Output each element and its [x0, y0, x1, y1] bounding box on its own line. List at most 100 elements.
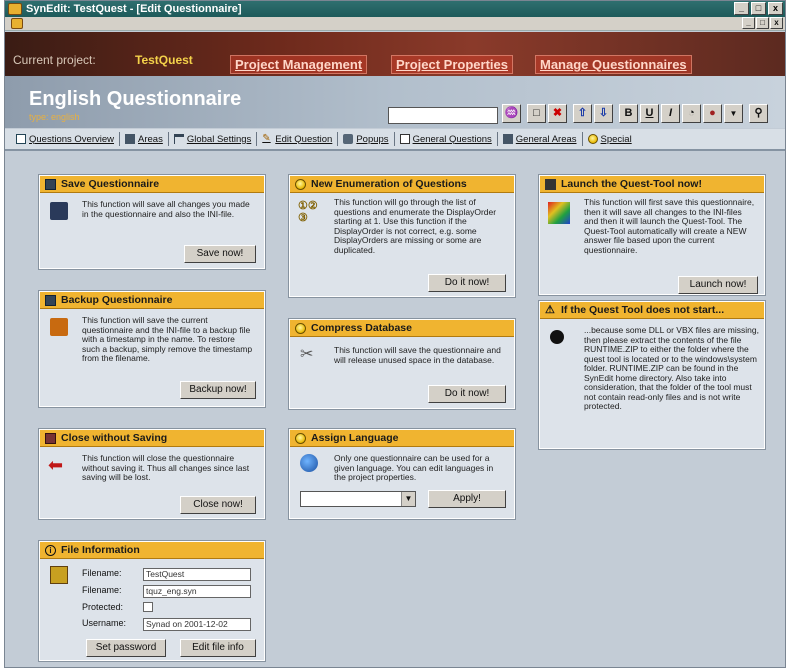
panel-header: Launch the Quest-Tool now! — [540, 176, 764, 193]
bulb-icon — [295, 432, 306, 444]
italic-icon[interactable]: I — [661, 104, 680, 123]
panel-description: ...because some DLL or VBX files are mis… — [584, 325, 759, 411]
filename-field[interactable]: TestQuest — [143, 568, 251, 581]
tab-general-questions[interactable]: General Questions — [395, 132, 498, 146]
minimize-button[interactable]: _ — [734, 2, 749, 15]
list-icon — [16, 134, 26, 144]
file-cabinet-icon — [50, 566, 68, 584]
project-band: Current project: TestQuest Project Manag… — [5, 32, 785, 76]
zoom-icon[interactable]: ⚲ — [749, 104, 768, 123]
new-icon[interactable]: □ — [527, 104, 546, 123]
pencil-icon: ✎ — [262, 133, 271, 144]
launch-now-button[interactable]: Launch now! — [678, 276, 758, 294]
document-icon[interactable] — [11, 18, 23, 29]
tab-general-areas[interactable]: General Areas — [498, 132, 583, 146]
backup-now-button[interactable]: Backup now! — [180, 381, 256, 399]
info-icon: i — [45, 544, 56, 556]
save-disk-icon — [50, 202, 68, 220]
panel-header: Close without Saving — [40, 430, 264, 447]
troubleshooting-panel: ⚠ If the Quest Tool does not start... ..… — [538, 300, 766, 450]
tab-questions-overview[interactable]: Questions Overview — [11, 132, 121, 146]
panel-description: This function will save all changes you … — [82, 199, 250, 219]
panel-header: Backup Questionnaire — [40, 292, 264, 309]
tool-icon — [545, 178, 556, 190]
bomb-icon — [550, 330, 564, 344]
maximize-button[interactable]: □ — [751, 2, 766, 15]
close-now-button[interactable]: Close now! — [180, 496, 256, 514]
panel-header: ⚠ If the Quest Tool does not start... — [540, 302, 764, 319]
tab-edit-question[interactable]: ✎ Edit Question — [257, 132, 339, 146]
move-down-icon[interactable]: ⇩ — [594, 104, 613, 123]
compress-do-it-button[interactable]: Do it now! — [428, 385, 506, 403]
protected-label: Protected: — [82, 602, 124, 612]
tab-popups[interactable]: Popups — [338, 132, 395, 146]
dropdown-arrow-icon[interactable]: ▼ — [724, 104, 743, 123]
panel-description: This function will save the current ques… — [82, 315, 253, 363]
close-without-saving-panel: Close without Saving ⬅ This function wil… — [38, 428, 266, 520]
compress-database-panel: Compress Database ✂ This function will s… — [288, 318, 516, 410]
warning-icon: ⚠ — [545, 303, 555, 316]
close-button[interactable]: x — [768, 2, 783, 15]
panel-description: This function will save the questionnair… — [334, 345, 501, 365]
filename-label: Filename: — [82, 568, 122, 578]
underline-icon[interactable]: U — [640, 104, 659, 123]
current-project-label: Current project: — [13, 53, 96, 67]
tab-bar: Questions Overview Areas Global Settings… — [5, 129, 785, 151]
edit-file-info-button[interactable]: Edit file info — [180, 639, 256, 657]
backup-icon — [50, 318, 68, 336]
tab-areas[interactable]: Areas — [120, 132, 169, 146]
bold-icon[interactable]: B — [619, 104, 638, 123]
wrench-icon: ✂ — [300, 346, 314, 363]
current-project-name: TestQuest — [135, 53, 193, 67]
save-now-button[interactable]: Save now! — [184, 245, 256, 263]
filename-path-field[interactable]: tquz_eng.syn — [143, 585, 251, 598]
manage-questionnaires-link[interactable]: Manage Questionnaires — [535, 55, 692, 74]
settings-icon — [173, 134, 184, 144]
globe-icon — [300, 454, 318, 472]
save-questionnaire-panel: Save Questionnaire This function will sa… — [38, 174, 266, 270]
filename-path-label: Filename: — [82, 585, 122, 595]
search-input[interactable] — [388, 107, 498, 124]
bulb-icon — [295, 178, 306, 190]
color-icon[interactable]: ● — [703, 104, 722, 123]
application-window: SynEdit: TestQuest - [Edit Questionnaire… — [4, 0, 786, 668]
chevron-down-icon: ▼ — [401, 492, 415, 506]
language-select[interactable]: ▼ — [300, 491, 416, 507]
enumeration-do-it-button[interactable]: Do it now! — [428, 274, 506, 292]
mdi-controls: _ □ x — [742, 17, 783, 29]
page-icon — [399, 134, 410, 144]
areas-icon — [125, 134, 136, 144]
mdi-restore-button[interactable]: □ — [756, 17, 769, 29]
panel-description: This function will go through the list o… — [334, 197, 497, 255]
bulb-icon — [587, 134, 598, 144]
backup-questionnaire-panel: Backup Questionnaire This function will … — [38, 290, 266, 408]
new-enumeration-panel: New Enumeration of Questions ①② ③ This fu… — [288, 174, 516, 298]
panel-description: Only one questionnaire can be used for a… — [334, 453, 494, 482]
username-label: Username: — [82, 618, 127, 628]
page-header: English Questionnaire type: english ♒ □ … — [5, 76, 785, 128]
menu-bar: _ □ x — [5, 17, 785, 31]
panel-header: Compress Database — [290, 320, 514, 337]
mdi-minimize-button[interactable]: _ — [742, 17, 755, 29]
project-management-link[interactable]: Project Management — [230, 55, 368, 74]
tab-global-settings[interactable]: Global Settings — [169, 132, 258, 146]
panel-header: i File Information — [40, 542, 264, 559]
launch-icon — [548, 202, 570, 224]
project-properties-link[interactable]: Project Properties — [391, 55, 513, 74]
title-bar: SynEdit: TestQuest - [Edit Questionnaire… — [5, 1, 785, 17]
disk-icon — [45, 178, 56, 190]
protected-checkbox[interactable] — [143, 602, 153, 612]
tab-special[interactable]: Special — [583, 132, 637, 146]
username-field[interactable]: Synad on 2001-12-02 — [143, 618, 251, 631]
move-up-icon[interactable]: ⇧ — [573, 104, 592, 123]
delete-icon[interactable]: ✖ — [548, 104, 567, 123]
set-password-button[interactable]: Set password — [86, 639, 166, 657]
binoculars-icon[interactable]: ♒ — [502, 104, 521, 123]
door-icon — [45, 432, 56, 444]
file-information-panel: i File Information Filename: TestQuest F… — [38, 540, 266, 662]
launch-quest-tool-panel: Launch the Quest-Tool now! This function… — [538, 174, 766, 296]
mdi-close-button[interactable]: x — [770, 17, 783, 29]
link-icon[interactable]: ◔ — [682, 104, 701, 123]
apply-language-button[interactable]: Apply! — [428, 490, 506, 508]
panel-header: New Enumeration of Questions — [290, 176, 514, 193]
